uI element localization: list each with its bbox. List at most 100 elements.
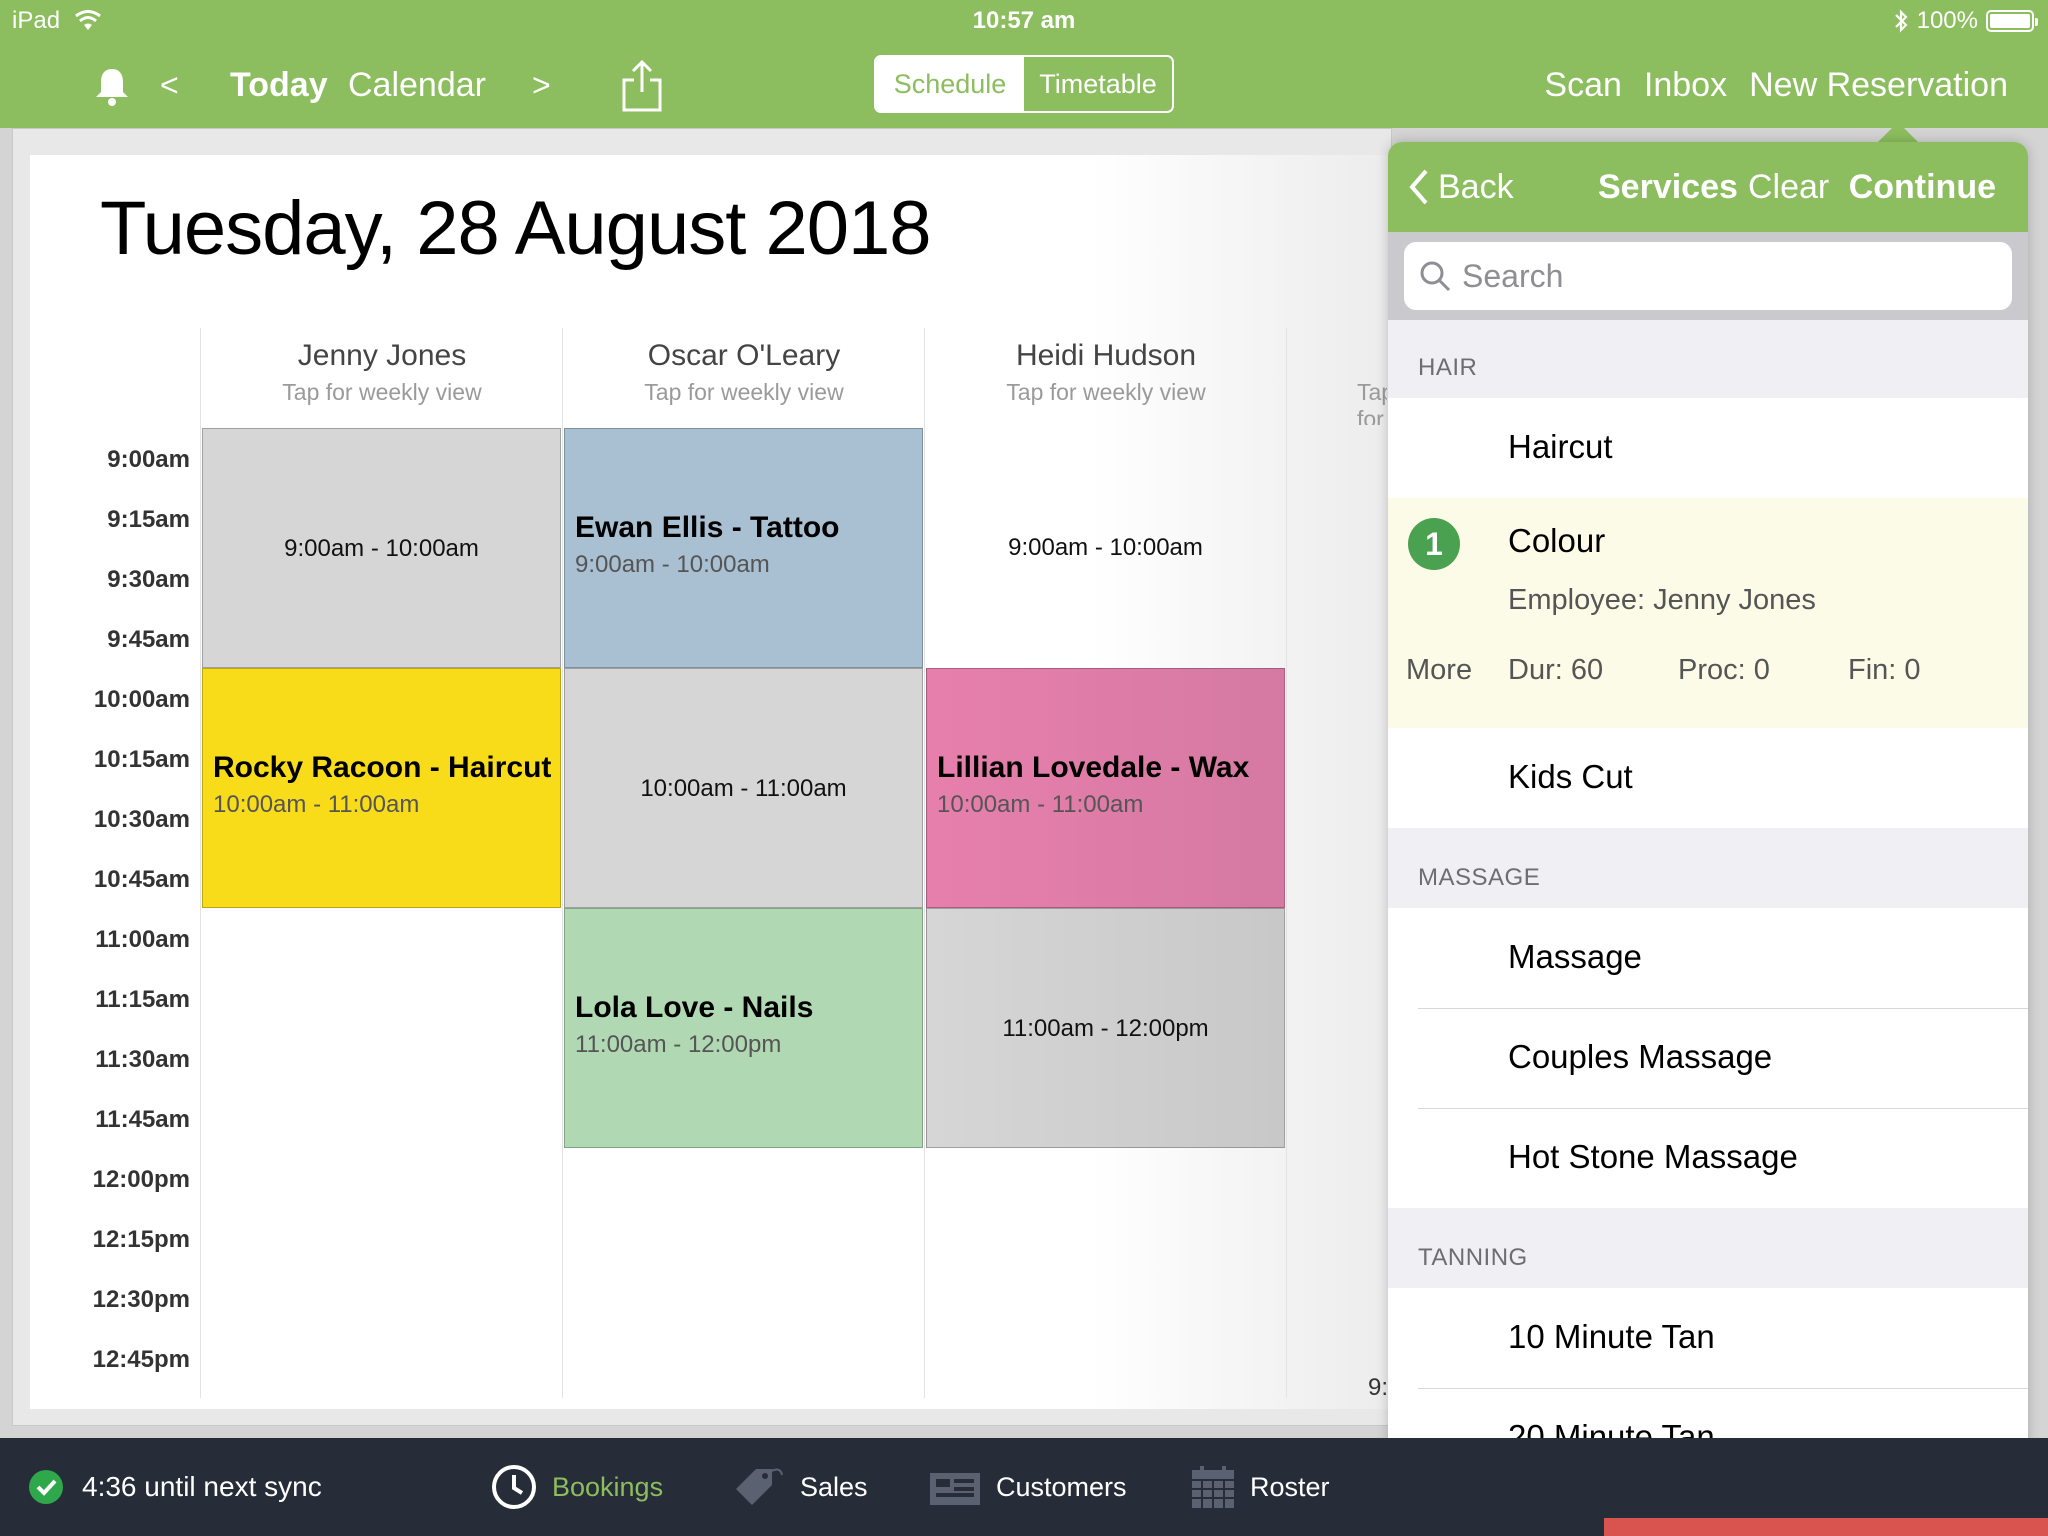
appointment-title: Lola Love - Nails [575,991,814,1024]
service-item-colour[interactable]: 1 Colour Employee: Jenny Jones More Dur:… [1388,498,2028,728]
service-label: Colour [1508,522,1606,559]
employee-name: Jenny Jones [297,339,467,372]
segment-schedule[interactable]: Schedule [876,57,1024,111]
time-label: 12:30pm [92,1286,190,1313]
view-segmented-control: Schedule Timetable [874,55,1174,113]
appointment-title: Rocky Racoon - Haircut [213,751,552,784]
service-item-10-minute-tan[interactable]: 10 Minute Tan [1388,1288,2028,1388]
customers-icon [930,1473,980,1505]
continue-button[interactable]: Continue [1849,142,1996,232]
weekly-view-hint: Tap for weekly view [1357,379,1387,425]
column-divider [1286,328,1287,1398]
processing-field[interactable]: Proc: 0 [1678,654,1770,687]
service-label: 10 Minute Tan [1508,1318,1715,1355]
time-label: 10:15am [93,746,190,773]
column-divider [924,328,925,1398]
massage-list: Massage Couples Massage Hot Stone Massag… [1388,908,2028,1208]
search-bar [1388,232,2028,320]
time-label: 9:45am [107,626,190,653]
scan-button[interactable]: Scan [1544,42,1622,128]
appointment-lola-love[interactable]: Lola Love - Nails 11:00am - 12:00pm [564,908,923,1148]
appointment-time: 10:00am - 11:00am [213,791,420,818]
search-input[interactable] [1462,257,1962,295]
search-icon [1420,261,1451,292]
navigation-bar: < Today Calendar > Schedule Timetable Sc… [0,42,2048,128]
previous-day-button[interactable]: < [160,42,179,128]
appointment-time: 10:00am - 11:00am [640,775,847,802]
inbox-button[interactable]: Inbox [1644,42,1727,128]
service-label: Couples Massage [1508,1038,1773,1075]
status-bar: iPad 10:57 am 100% [0,0,2048,42]
back-label: Back [1438,168,1514,206]
column-divider [562,328,563,1398]
price-tag-icon [736,1468,783,1505]
new-reservation-button[interactable]: New Reservation [1749,42,2008,128]
service-item-massage[interactable]: Massage [1388,908,2028,1008]
bell-icon[interactable] [90,64,134,108]
employee-header-jenny[interactable]: Jenny Jones Tap for weekly view [201,325,563,425]
service-label: Haircut [1508,428,1613,465]
service-item-couples-massage[interactable]: Couples Massage [1388,1008,2028,1108]
clear-button[interactable]: Clear [1748,142,1829,232]
employee-assignment[interactable]: Employee: Jenny Jones [1508,584,1816,617]
employee-header-partial[interactable]: I Tap for weekly view [1287,325,1387,425]
page-title: Tuesday, 28 August 2018 [100,186,932,271]
appointment-block[interactable]: 10:00am - 11:00am [564,668,923,908]
time-label: 12:15pm [92,1226,190,1253]
time-label: 11:45am [95,1106,190,1133]
popover-arrow [1876,122,1920,144]
service-item-hot-stone-massage[interactable]: Hot Stone Massage [1388,1108,2028,1208]
section-header-hair: HAIR [1418,354,1478,381]
time-label: 11:00am [95,926,190,953]
panel-title: Services [1598,168,1738,206]
search-box[interactable] [1404,242,2012,310]
time-label: 10:00am [93,686,190,713]
time-label: 9:30am [107,566,190,593]
time-label: 12:45pm [92,1346,190,1373]
time-label: 9:15am [107,506,190,533]
tab-bookings[interactable]: Bookings [490,1438,663,1536]
appointment-block[interactable]: 9:00am - 10:00am [926,428,1285,668]
employee-name: I [1385,339,1387,373]
next-day-button[interactable]: > [532,42,551,128]
finishing-field[interactable]: Fin: 0 [1848,654,1921,687]
service-item-kids-cut[interactable]: Kids Cut [1388,728,2028,828]
appointment-time: 9:00am - 10:00am [1008,534,1203,561]
clock: 10:57 am [972,7,1076,34]
appointment-time: 11:00am - 12:00pm [1002,1015,1209,1042]
tab-customers[interactable]: Customers [928,1438,1127,1536]
tab-sales[interactable]: Sales [730,1438,868,1536]
appointment-ewan-ellis[interactable]: Ewan Ellis - Tattoo 9:00am - 10:00am [564,428,923,668]
time-label: 10:30am [93,806,190,833]
segment-timetable[interactable]: Timetable [1024,57,1172,111]
more-button[interactable]: More [1406,654,1472,687]
appointment-block[interactable]: 9:00am - 10:00am [202,428,561,668]
section-header-massage: MASSAGE [1418,864,1541,891]
clock-icon [492,1465,536,1509]
calendar-grid-icon [1192,1466,1234,1508]
back-button[interactable]: Back [1406,142,1514,232]
duration-field[interactable]: Dur: 60 [1508,654,1603,687]
appointment-time-partial: 9: [1368,1374,1389,1401]
time-label: 11:15am [95,986,190,1013]
tab-label: Customers [996,1471,1127,1502]
today-button[interactable]: Today [230,42,328,128]
sync-status: 4:36 until next sync [28,1438,322,1536]
battery-icon [1986,10,2038,32]
weekly-view-hint: Tap for weekly view [1006,379,1206,405]
service-item-haircut[interactable]: Haircut [1388,398,2028,498]
employee-name: Oscar O'Leary [647,339,841,372]
calendar-button[interactable]: Calendar [348,42,486,128]
employee-header-heidi[interactable]: Heidi Hudson Tap for weekly view [925,325,1287,425]
employee-header-oscar[interactable]: Oscar O'Leary Tap for weekly view [563,325,925,425]
appointment-rocky-racoon[interactable]: Rocky Racoon - Haircut 10:00am - 11:00am [202,668,561,908]
alert-strip [1604,1518,2048,1536]
appointment-time: 9:00am - 10:00am [575,551,770,578]
appointment-lillian-lovedale[interactable]: Lillian Lovedale - Wax 10:00am - 11:00am [926,668,1285,908]
tab-roster[interactable]: Roster [1190,1438,1330,1536]
appointment-block[interactable]: 11:00am - 12:00pm [926,908,1285,1148]
service-label: Hot Stone Massage [1508,1138,1798,1175]
share-icon[interactable] [620,58,664,114]
tab-label: Sales [800,1471,868,1502]
appointment-title: Lillian Lovedale - Wax [937,751,1250,784]
